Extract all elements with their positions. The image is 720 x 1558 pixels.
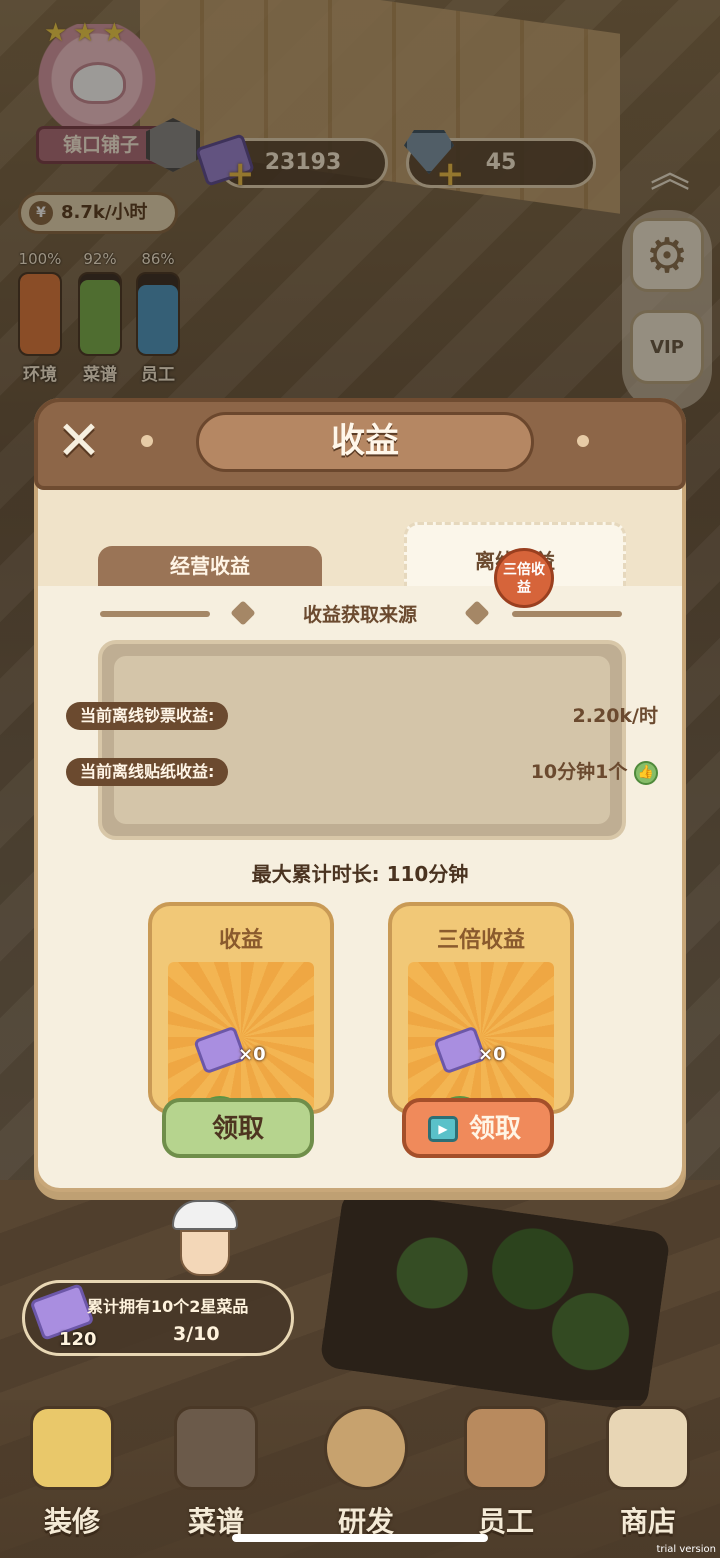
offline-sticker-label: 当前离线贴纸收益: [66, 758, 229, 786]
home-indicator[interactable] [232, 1534, 488, 1542]
close-button[interactable]: ✕ [52, 414, 106, 470]
quest-tracker[interactable]: 累计拥有10个2星菜品 120 3/10 [22, 1280, 294, 1356]
offline-cash-value: 2.20k/时 [572, 705, 658, 727]
triple-reward-card: 三倍收益 ×0 ×0 [388, 902, 574, 1132]
offline-cash-label: 当前离线钞票收益: [66, 702, 229, 730]
triple-claim-button[interactable]: ▶ 领取 [402, 1098, 554, 1158]
triple-reward-body: ×0 ×0 [408, 962, 554, 1132]
banknote-count: ×0 [478, 1044, 506, 1065]
character-face [180, 1230, 230, 1276]
cooking-pot-icon [324, 1406, 408, 1490]
quest-text: 累计拥有10个2星菜品 [87, 1297, 249, 1316]
quest-reward-count: 120 [59, 1329, 97, 1350]
offline-sticker-row: 当前离线贴纸收益: 10分钟1个 👍 [66, 758, 658, 788]
character-cap [172, 1200, 238, 1230]
quest-progress: 3/10 [173, 1323, 220, 1345]
dialog-header: ✕ 收益 [34, 398, 686, 490]
nav-shop-label: 商店 [619, 1505, 676, 1538]
reward-banknote: ×0 [193, 1025, 298, 1075]
divider-right [512, 611, 622, 617]
broom-icon [30, 1406, 114, 1490]
triple-reward-title: 三倍收益 [436, 928, 525, 953]
normal-reward-title: 收益 [218, 928, 263, 953]
nav-shop[interactable]: 商店 [588, 1406, 708, 1556]
trial-watermark: trial version [656, 1544, 716, 1555]
shopping-bag-icon [606, 1406, 690, 1490]
nav-decorate[interactable]: 装修 [12, 1406, 132, 1556]
earnings-source-box [98, 640, 626, 840]
nav-decorate-label: 装修 [43, 1505, 100, 1538]
normal-reward-body: ×0 ×0 [168, 962, 314, 1132]
customer-character[interactable] [172, 1200, 238, 1290]
claim-button[interactable]: 领取 [162, 1098, 314, 1158]
offline-cash-row: 当前离线钞票收益: 2.20k/时 [66, 702, 658, 732]
tab-business-earnings[interactable]: 经营收益 [98, 546, 322, 586]
earnings-source-inner [114, 656, 610, 824]
thumbs-up-sticker-icon: 👍 [634, 760, 658, 785]
staff-cards-icon [464, 1406, 548, 1490]
banknote-count: ×0 [238, 1044, 266, 1065]
triple-reward-seal: 三倍收益 [494, 548, 554, 608]
offline-sticker-value-wrap: 10分钟1个 👍 [531, 758, 658, 786]
triple-claim-label: 领取 [468, 1114, 521, 1144]
normal-reward-card: 收益 ×0 ×0 [148, 902, 334, 1132]
earnings-dialog: ✕ 收益 经营收益 离线收益 收益获取来源 当前离线钞票收益: 2.20k/时 … [34, 398, 686, 1192]
video-ad-icon: ▶ [428, 1116, 458, 1142]
dialog-title: 收益 [141, 412, 589, 472]
max-accumulate-duration: 最大累计时长: 110分钟 [251, 862, 469, 886]
offline-sticker-value: 10分钟1个 [530, 761, 628, 783]
reward-banknote: ×0 [433, 1025, 538, 1075]
recipe-board-icon [174, 1406, 258, 1490]
